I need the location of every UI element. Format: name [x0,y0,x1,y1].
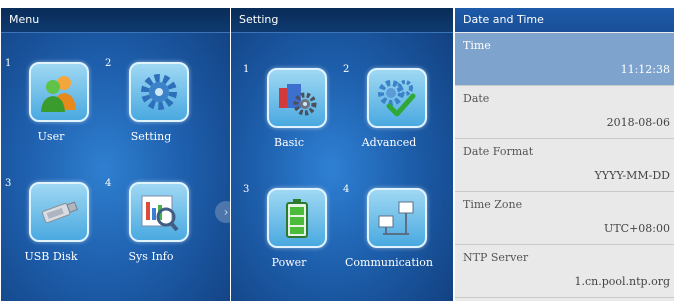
gear-icon [129,62,189,122]
time-zone-row[interactable]: Time Zone UTC+08:00 [455,192,674,245]
setting-item-communication[interactable]: 4 Communication [343,184,435,294]
network-icon [367,188,427,248]
time-row[interactable]: Time 11:12:38 [455,33,674,86]
setting-item-number: 2 [343,64,350,75]
menu-item-setting[interactable]: 2 Setting [105,58,197,168]
menu-item-number: 4 [105,178,112,189]
next-page-arrow-icon[interactable]: › [215,201,230,223]
usb-disk-icon [29,182,89,242]
menu-item-label: User [37,130,65,143]
menu-item-usb-disk[interactable]: 3 USB Disk [5,178,97,288]
setting-item-label: Communication [345,256,433,269]
battery-icon [267,188,327,248]
time-value: 11:12:38 [620,63,670,76]
page-indicator [231,291,453,301]
setting-item-basic[interactable]: 1 Basic [243,64,335,174]
ntp-server-value: 1.cn.pool.ntp.org [574,275,670,288]
date-row[interactable]: Date 2018-08-06 [455,86,674,139]
setting-item-label: Advanced [361,136,417,149]
menu-item-label: Sys Info [128,250,174,263]
date-format-row[interactable]: Date Format YYYY-MM-DD [455,139,674,192]
setting-item-number: 1 [243,64,250,75]
setting-panel: Setting 1 Basic 2 Advanced 3 Power 4 Com… [231,8,453,301]
date-label: Date [463,92,490,105]
menu-item-number: 2 [105,58,112,69]
menu-item-number: 3 [5,178,12,189]
date-format-value: YYYY-MM-DD [594,169,670,182]
menu-item-sys-info[interactable]: 4 Sys Info [105,178,197,288]
menu-item-label: USB Disk [24,250,78,263]
date-time-panel: Date and Time Time 11:12:38 Date 2018-08… [455,8,674,301]
time-zone-value: UTC+08:00 [604,222,670,235]
user-icon [29,62,89,122]
menu-item-number: 1 [5,58,12,69]
date-value: 2018-08-06 [606,116,670,129]
ntp-server-label: NTP Server [463,251,529,264]
date-format-label: Date Format [463,145,534,158]
setting-item-label: Power [271,256,307,269]
menu-panel: Menu 1 User 2 Setting 3 USB Disk 4 Sys I… [1,8,230,301]
advanced-settings-icon [367,68,427,128]
setting-item-number: 4 [343,184,350,195]
setting-title: Setting [231,8,453,33]
setting-item-power[interactable]: 3 Power [243,184,335,294]
ntp-server-row[interactable]: NTP Server 1.cn.pool.ntp.org [455,245,674,298]
time-label: Time [463,39,491,52]
menu-item-user[interactable]: 1 User [5,58,97,168]
setting-item-label: Basic [274,136,304,149]
time-zone-label: Time Zone [463,198,523,211]
menu-title: Menu [1,8,230,33]
setting-item-advanced[interactable]: 2 Advanced [343,64,435,174]
basic-settings-icon [267,68,327,128]
date-time-title: Date and Time [455,8,674,32]
sys-info-icon [129,182,189,242]
setting-item-number: 3 [243,184,250,195]
menu-item-label: Setting [130,130,172,143]
